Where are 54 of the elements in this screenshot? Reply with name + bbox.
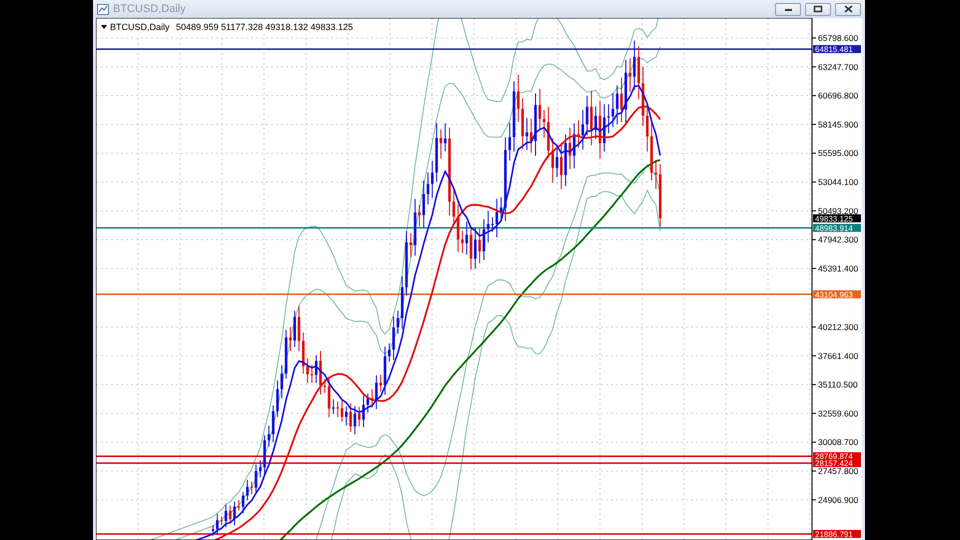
price-level-line[interactable] [96, 48, 812, 50]
last-price-tag: 49833.125 [813, 214, 861, 224]
price-axis-label: 58145.900 [818, 119, 858, 130]
candle [340, 398, 344, 422]
close-button[interactable] [835, 2, 861, 16]
price-axis-label: 45391.400 [818, 263, 858, 274]
candle [319, 350, 322, 395]
candle [212, 524, 214, 536]
price-level-line[interactable] [96, 227, 812, 229]
candle [276, 380, 279, 418]
price-level-line[interactable] [96, 462, 812, 464]
candle [384, 346, 386, 396]
price-axis-label: 35110.500 [818, 380, 858, 390]
chart-window-icon [97, 4, 109, 14]
candle [254, 464, 258, 494]
price-axis-label: 32559.600 [818, 408, 858, 418]
price-axis-label: 40212.300 [818, 322, 858, 332]
candle [642, 66, 644, 127]
maximize-icon [813, 5, 823, 13]
price-axis-label: 47942.300 [818, 234, 858, 245]
price-tag: 28157.424 [813, 459, 861, 468]
price-axis-label: 63247.700 [818, 62, 858, 72]
minimize-icon [784, 6, 792, 12]
close-icon [844, 5, 852, 13]
candle [233, 501, 236, 526]
price-level-line[interactable] [96, 294, 812, 296]
price-tag: 64815.481 [813, 45, 861, 54]
candle [298, 306, 300, 352]
minimize-button[interactable] [775, 2, 801, 16]
candle [405, 230, 408, 296]
price-axis-label: 27457.800 [818, 466, 858, 476]
maximize-button[interactable] [805, 2, 831, 16]
candle [362, 395, 365, 428]
price-axis-label: 55595.000 [818, 148, 858, 158]
price-axis-label: 30008.700 [818, 437, 858, 448]
dropdown-triangle-icon[interactable] [101, 25, 107, 29]
candle [598, 100, 602, 159]
candle [534, 92, 537, 156]
candle [512, 80, 516, 152]
symbol-label: BTCUSD,Daily [110, 22, 170, 32]
price-axis-label: 60696.800 [818, 90, 858, 101]
ohlc-values: 50489.959 51177.328 49318.132 49833.125 [176, 22, 354, 32]
window-title: BTCUSD,Daily [113, 3, 187, 15]
price-axis-label: 53044.100 [818, 177, 858, 188]
candle [470, 226, 472, 270]
price-axis-label: 50493.200 [818, 206, 858, 216]
candle [491, 216, 494, 232]
candle [577, 120, 580, 148]
price-axis-label: 65798.600 [818, 33, 858, 43]
price-axis-label: 24906.900 [818, 494, 858, 505]
candle [620, 76, 623, 123]
price-level-line[interactable] [96, 455, 812, 457]
price-axis-label: 37661.400 [818, 350, 858, 361]
candle [426, 172, 430, 205]
